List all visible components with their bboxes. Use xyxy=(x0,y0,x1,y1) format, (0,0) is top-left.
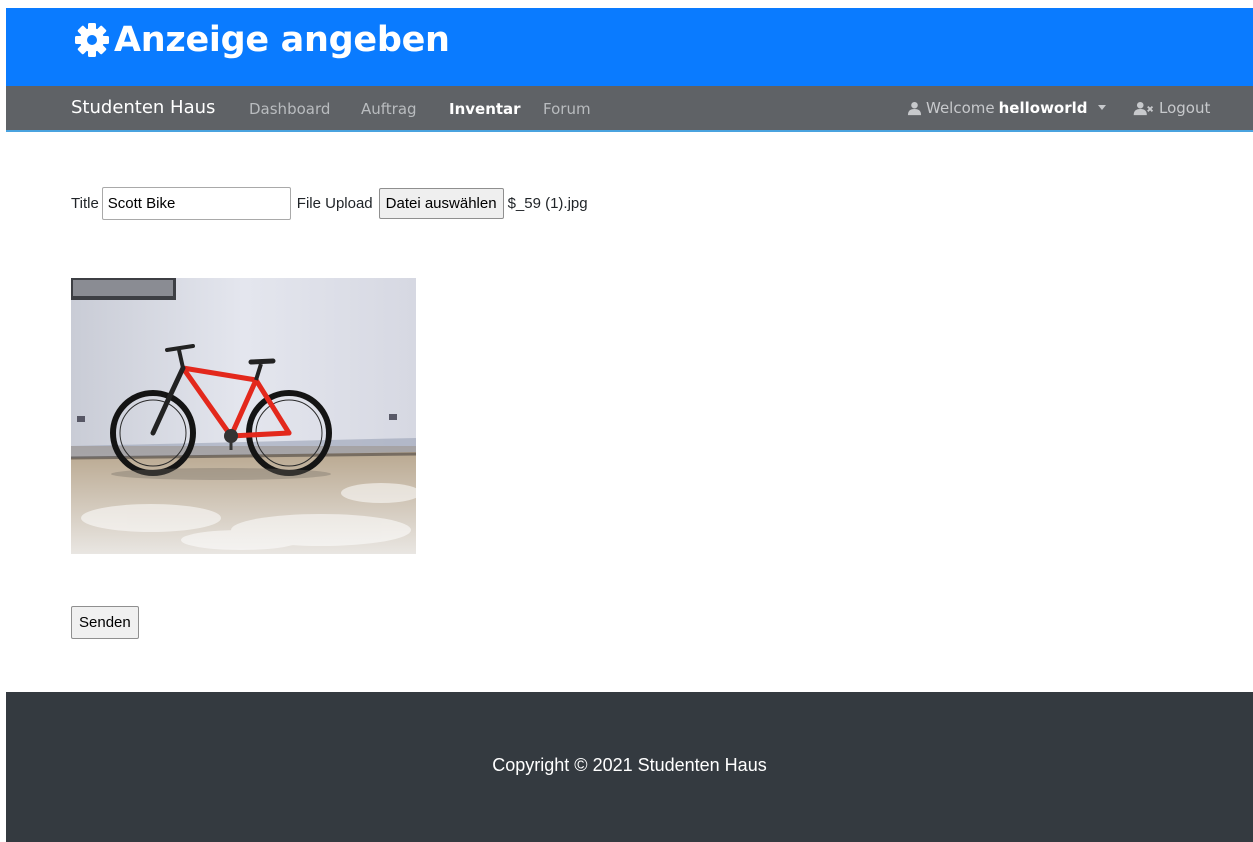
user-times-icon xyxy=(1133,101,1154,115)
page-header: Anzeige angeben xyxy=(6,8,1253,86)
submit-button[interactable]: Senden xyxy=(71,606,139,639)
navbar-brand[interactable]: Studenten Haus xyxy=(71,97,215,118)
chevron-down-icon xyxy=(1097,104,1106,110)
gear-icon xyxy=(75,23,109,57)
copyright-text: Copyright © 2021 Studenten Haus xyxy=(492,755,767,775)
upload-form-row: Title File Upload Datei auswählen $_59 (… xyxy=(71,187,588,220)
title-label: Title xyxy=(71,195,99,212)
selected-file-name: $_59 (1).jpg xyxy=(507,195,588,212)
navbar: Studenten Haus Dashboard Auftrag Inventa… xyxy=(6,86,1253,132)
welcome-label: Welcome xyxy=(926,99,995,117)
bike-photo xyxy=(71,278,416,554)
logout-label: Logout xyxy=(1159,99,1211,117)
title-input[interactable] xyxy=(101,187,291,220)
choose-file-button[interactable]: Datei auswählen xyxy=(378,188,504,219)
page: Anzeige angeben Studenten Haus Dashboard… xyxy=(6,8,1253,842)
username: helloworld xyxy=(998,99,1088,117)
user-menu[interactable]: Welcome helloworld xyxy=(907,99,1106,117)
page-title-text: Anzeige angeben xyxy=(114,20,450,60)
nav-link-dashboard[interactable]: Dashboard xyxy=(249,100,330,118)
nav-link-forum[interactable]: Forum xyxy=(543,100,591,118)
image-preview xyxy=(71,278,416,554)
nav-link-inventar[interactable]: Inventar xyxy=(449,100,521,118)
nav-link-auftrag[interactable]: Auftrag xyxy=(361,100,417,118)
user-icon xyxy=(907,101,922,115)
page-title: Anzeige angeben xyxy=(72,20,450,60)
page-footer: Copyright © 2021 Studenten Haus xyxy=(6,692,1253,842)
logout-link[interactable]: Logout xyxy=(1133,99,1210,117)
file-upload-label: File Upload xyxy=(296,195,373,212)
